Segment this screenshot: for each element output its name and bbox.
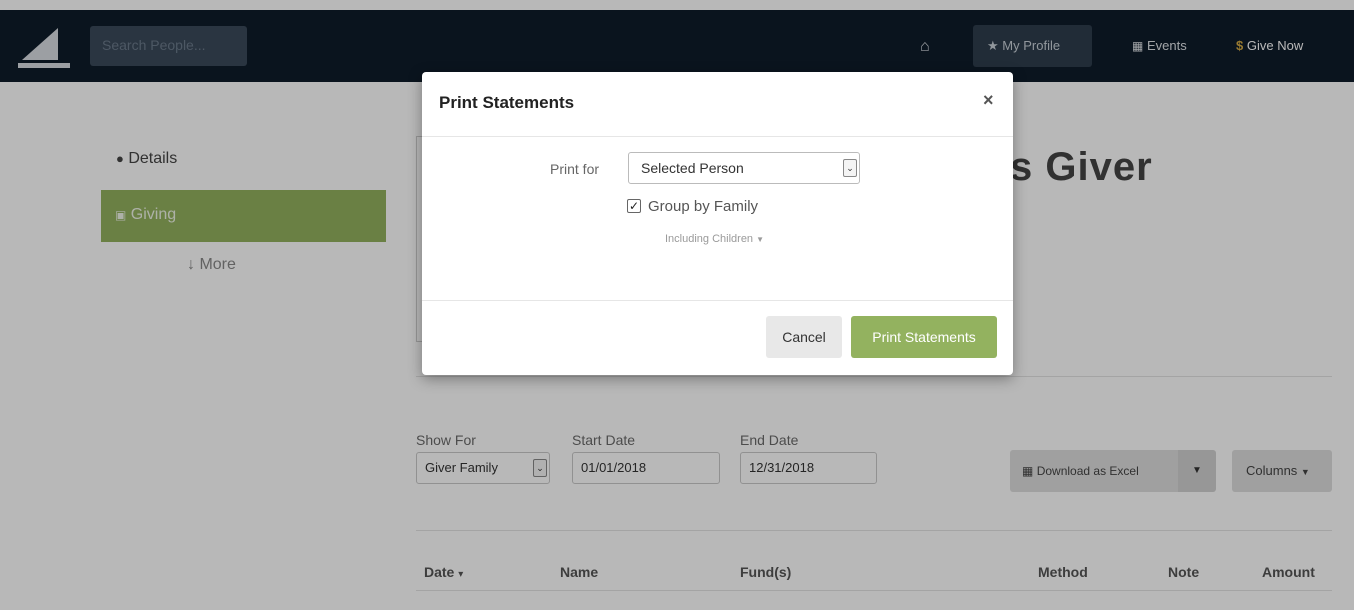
print-for-select[interactable]: Selected Person ⌄ (628, 152, 860, 184)
including-children-dropdown[interactable]: Including Children ▼ (665, 233, 764, 245)
divider (422, 136, 1013, 137)
print-statements-modal: Print Statements × Print for Selected Pe… (422, 72, 1013, 375)
print-statements-button[interactable]: Print Statements (851, 316, 997, 358)
including-children-label: Including Children (665, 233, 754, 245)
cancel-button[interactable]: Cancel (766, 316, 842, 358)
group-by-family-checkbox[interactable]: ✓ (627, 199, 641, 213)
caret-down-icon: ▼ (756, 235, 765, 244)
print-for-value: Selected Person (641, 160, 744, 176)
group-by-family-label: Group by Family (648, 198, 759, 215)
divider (422, 300, 1013, 301)
print-for-label: Print for (550, 161, 600, 177)
modal-title: Print Statements (439, 93, 575, 112)
chevron-down-icon: ⌄ (843, 159, 857, 177)
close-icon[interactable]: × (983, 90, 994, 111)
